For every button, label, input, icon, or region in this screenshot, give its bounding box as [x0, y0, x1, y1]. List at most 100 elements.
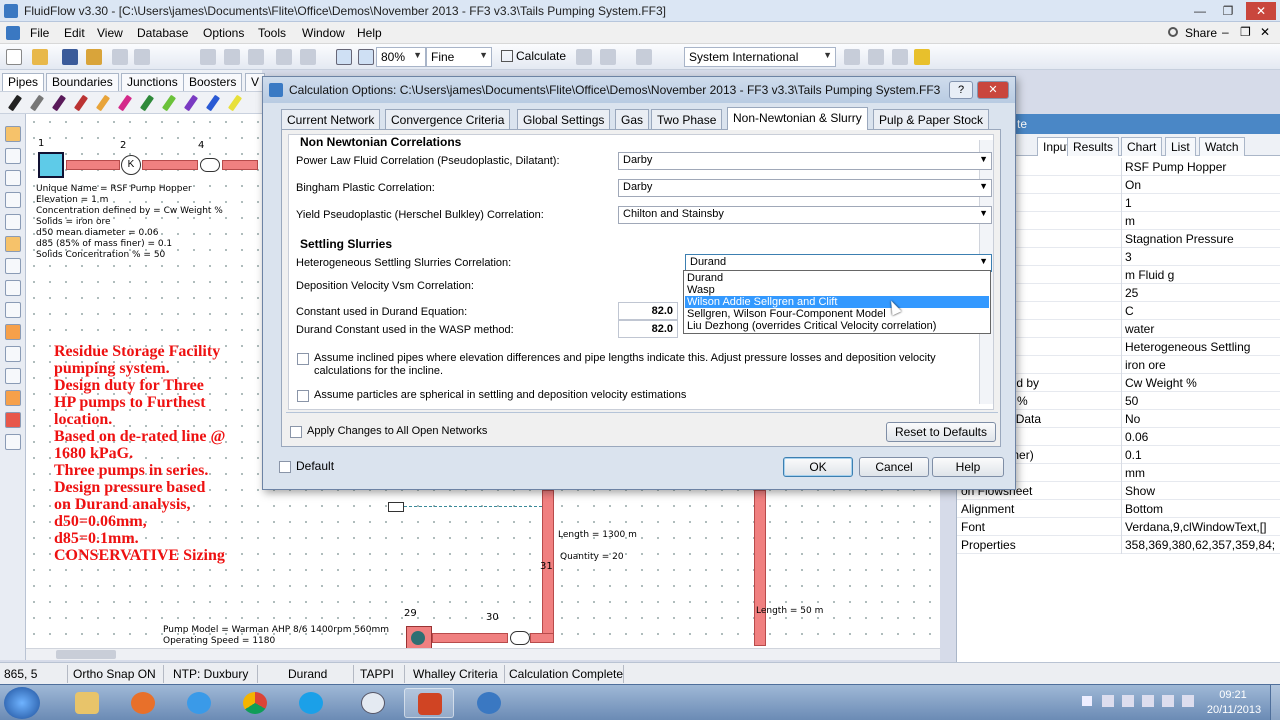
- wrench-icon[interactable]: [5, 324, 21, 340]
- valve-symbol[interactable]: [510, 631, 530, 645]
- zoom-in-icon[interactable]: [336, 49, 352, 65]
- minimize-button[interactable]: —: [1188, 2, 1212, 20]
- property-value[interactable]: mm: [1125, 466, 1277, 480]
- copy-icon[interactable]: [224, 49, 240, 65]
- flow-element[interactable]: [388, 502, 404, 512]
- apply-all-checkbox[interactable]: [290, 426, 302, 438]
- vertical-pipe[interactable]: [754, 490, 766, 646]
- pipe-segment[interactable]: [432, 633, 508, 643]
- share-button[interactable]: Share: [1185, 26, 1217, 40]
- pump-symbol[interactable]: K: [121, 155, 141, 175]
- pipe-tool-icon[interactable]: [95, 94, 111, 112]
- tab-non-newtonian-slurry[interactable]: Non-Newtonian & Slurry: [727, 107, 868, 130]
- dropdown-option-liu-dezhong[interactable]: Liu Dezhong (overrides Critical Velocity…: [685, 320, 989, 332]
- child-close-button[interactable]: ✕: [1260, 25, 1270, 39]
- taskbar-ie[interactable]: [174, 688, 224, 718]
- tray-usb-icon[interactable]: [1102, 695, 1114, 707]
- select-rect-icon[interactable]: [5, 148, 21, 164]
- open-folder-icon[interactable]: [32, 49, 48, 65]
- property-value[interactable]: 0.06: [1125, 430, 1277, 444]
- tab-boosters[interactable]: Boosters: [183, 73, 243, 91]
- durand-const-input[interactable]: 82.0: [618, 302, 678, 320]
- bingham-select[interactable]: Darby ▼: [618, 179, 992, 197]
- tab-gas[interactable]: Gas: [615, 109, 650, 129]
- help-button[interactable]: Help: [932, 457, 1004, 477]
- dropdown-option-wasp[interactable]: Wasp: [685, 284, 989, 296]
- tab-list[interactable]: List: [1165, 137, 1196, 156]
- property-value[interactable]: C: [1125, 304, 1277, 318]
- units-select[interactable]: System International ▼: [684, 47, 836, 67]
- design-notes[interactable]: Residue Storage Facility pumping system.…: [54, 343, 274, 564]
- menu-tools[interactable]: Tools: [258, 26, 286, 40]
- delete-icon[interactable]: [276, 49, 292, 65]
- zoom-out-icon[interactable]: [358, 49, 374, 65]
- property-value[interactable]: m: [1125, 214, 1277, 228]
- eraser-icon[interactable]: [636, 49, 652, 65]
- undo-icon[interactable]: [112, 49, 128, 65]
- property-value[interactable]: No: [1125, 412, 1277, 426]
- yield-select[interactable]: Chilton and Stainsby ▼: [618, 206, 992, 224]
- paste-icon[interactable]: [248, 49, 264, 65]
- pipe-segment[interactable]: [222, 160, 258, 170]
- image-icon[interactable]: [5, 434, 21, 450]
- pipe-tool-icon[interactable]: [117, 94, 133, 112]
- restore-button[interactable]: ❐: [1216, 2, 1240, 20]
- pipe-tool-icon[interactable]: [205, 94, 221, 112]
- tray-arrow-icon[interactable]: [1082, 696, 1092, 706]
- dropdown-option-durand[interactable]: Durand: [685, 272, 989, 284]
- pipe-tool-icon[interactable]: [139, 94, 155, 112]
- tab-current-network[interactable]: Current Network: [281, 109, 381, 129]
- property-value[interactable]: Cw Weight %: [1125, 376, 1277, 390]
- property-value[interactable]: 3: [1125, 250, 1277, 264]
- pipe-tool-icon[interactable]: [29, 94, 45, 112]
- align-icon[interactable]: [5, 192, 21, 208]
- clock-time[interactable]: 09:21: [1212, 689, 1254, 701]
- text-icon[interactable]: [5, 390, 21, 406]
- taskbar-chrome[interactable]: [230, 688, 280, 718]
- pointer-icon[interactable]: [5, 126, 21, 142]
- hopper-tank[interactable]: [38, 152, 64, 178]
- property-value[interactable]: On: [1125, 178, 1277, 192]
- new-file-icon[interactable]: [6, 49, 22, 65]
- dropdown-option-wilson-addie[interactable]: Wilson Addie Sellgren and Clift: [685, 296, 989, 308]
- property-value[interactable]: 25: [1125, 286, 1277, 300]
- menu-window[interactable]: Window: [302, 26, 345, 40]
- child-minimize-button[interactable]: –: [1222, 25, 1229, 39]
- calculate-button[interactable]: Calculate: [498, 47, 569, 67]
- pipe-segment[interactable]: [142, 160, 198, 170]
- tray-flag-icon[interactable]: [1162, 695, 1174, 707]
- pipe-tool-icon[interactable]: [183, 94, 199, 112]
- menu-database[interactable]: Database: [137, 26, 188, 40]
- tray-network-icon[interactable]: [1142, 695, 1154, 707]
- lasso-icon[interactable]: [5, 170, 21, 186]
- save-icon[interactable]: [62, 49, 78, 65]
- tab-global-settings[interactable]: Global Settings: [517, 109, 611, 129]
- tab-results[interactable]: Results: [1067, 137, 1120, 156]
- taskbar-fluidflow[interactable]: [348, 688, 398, 718]
- property-value[interactable]: water: [1125, 322, 1277, 336]
- property-value[interactable]: 50: [1125, 394, 1277, 408]
- save-all-icon[interactable]: [86, 49, 102, 65]
- pipe-tool-icon[interactable]: [227, 94, 243, 112]
- inclined-checkbox[interactable]: [297, 353, 309, 365]
- dropdown-option-sellgren-wilson[interactable]: Sellgren, Wilson Four-Component Model: [685, 308, 989, 320]
- pipe-segment[interactable]: [66, 160, 120, 170]
- flip-icon[interactable]: [5, 280, 21, 296]
- property-value[interactable]: Stagnation Pressure: [1125, 232, 1277, 246]
- line-icon[interactable]: [5, 368, 21, 384]
- taskbar-media[interactable]: [118, 688, 168, 718]
- property-value[interactable]: 358,369,380,62,357,359,84;: [1125, 538, 1277, 552]
- print-icon[interactable]: [300, 49, 316, 65]
- property-value[interactable]: iron ore: [1125, 358, 1277, 372]
- cut-icon[interactable]: [200, 49, 216, 65]
- link-icon[interactable]: [5, 302, 21, 318]
- close-button[interactable]: ✕: [1246, 2, 1276, 20]
- cancel-button[interactable]: Cancel: [859, 457, 929, 477]
- pen-icon[interactable]: [5, 346, 21, 362]
- taskbar-powerpoint[interactable]: [404, 688, 454, 718]
- tab-boundaries[interactable]: Boundaries: [46, 73, 119, 91]
- stop-icon[interactable]: [576, 49, 592, 65]
- default-checkbox[interactable]: [279, 461, 291, 473]
- scrollbar-thumb[interactable]: [56, 650, 116, 659]
- menu-file[interactable]: File: [30, 26, 49, 40]
